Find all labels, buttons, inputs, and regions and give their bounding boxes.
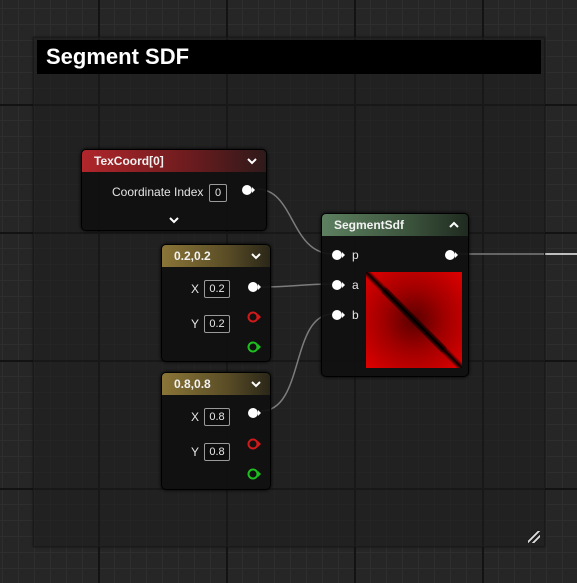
output-pin-icon[interactable] [444, 248, 458, 262]
texcoord-node[interactable]: TexCoord[0] Coordinate Index 0 [81, 149, 267, 231]
resize-grip-icon[interactable] [528, 531, 540, 543]
segment-sdf-node-header[interactable]: SegmentSdf [322, 214, 468, 236]
constant-a-node[interactable]: 0.2,0.2 X 0.2 Y 0.2 [161, 244, 271, 362]
green-channel-pin-icon[interactable] [247, 340, 261, 354]
y-label: Y [191, 445, 200, 459]
constant-b-node-header[interactable]: 0.8,0.8 [162, 373, 270, 395]
chevron-down-icon[interactable] [250, 373, 264, 395]
input-a-label: a [352, 278, 359, 292]
y-value-field[interactable]: 0.2 [204, 315, 230, 333]
comment-title[interactable]: Segment SDF [37, 40, 541, 74]
input-p-label: p [352, 248, 359, 262]
advanced-display-chevron-icon[interactable] [168, 212, 180, 230]
x-value-field[interactable]: 0.8 [204, 408, 230, 426]
output-pin-icon[interactable] [241, 183, 255, 197]
output-pin-icon[interactable] [247, 406, 261, 420]
chevron-down-icon[interactable] [246, 150, 260, 172]
y-label: Y [191, 317, 200, 331]
constant-b-node-title: 0.8,0.8 [174, 377, 211, 391]
texcoord-node-title: TexCoord[0] [94, 154, 164, 168]
constant-b-node[interactable]: 0.8,0.8 X 0.8 Y 0.8 [161, 372, 271, 490]
green-channel-pin-icon[interactable] [247, 467, 261, 481]
texcoord-node-header[interactable]: TexCoord[0] [82, 150, 266, 172]
x-label: X [191, 410, 200, 424]
constant-a-node-title: 0.2,0.2 [174, 249, 211, 263]
coordinate-index-field[interactable]: 0 [209, 184, 227, 202]
y-value-field[interactable]: 0.8 [204, 443, 230, 461]
segment-line-icon [381, 287, 447, 353]
x-label: X [191, 282, 200, 296]
chevron-down-icon[interactable] [250, 245, 264, 267]
segment-sdf-node-title: SegmentSdf [334, 218, 405, 232]
x-value-field[interactable]: 0.2 [204, 280, 230, 298]
constant-a-node-header[interactable]: 0.2,0.2 [162, 245, 270, 267]
input-pin-p-icon[interactable] [331, 248, 345, 262]
red-channel-pin-icon[interactable] [247, 437, 261, 451]
input-pin-b-icon[interactable] [331, 308, 345, 322]
output-pin-icon[interactable] [247, 280, 261, 294]
red-channel-pin-icon[interactable] [247, 310, 261, 324]
coordinate-index-label: Coordinate Index [112, 185, 204, 199]
chevron-up-icon[interactable] [448, 214, 462, 236]
input-b-label: b [352, 308, 359, 322]
segment-sdf-node[interactable]: SegmentSdf p a b [321, 213, 469, 377]
input-pin-a-icon[interactable] [331, 278, 345, 292]
material-preview-image [366, 272, 462, 368]
